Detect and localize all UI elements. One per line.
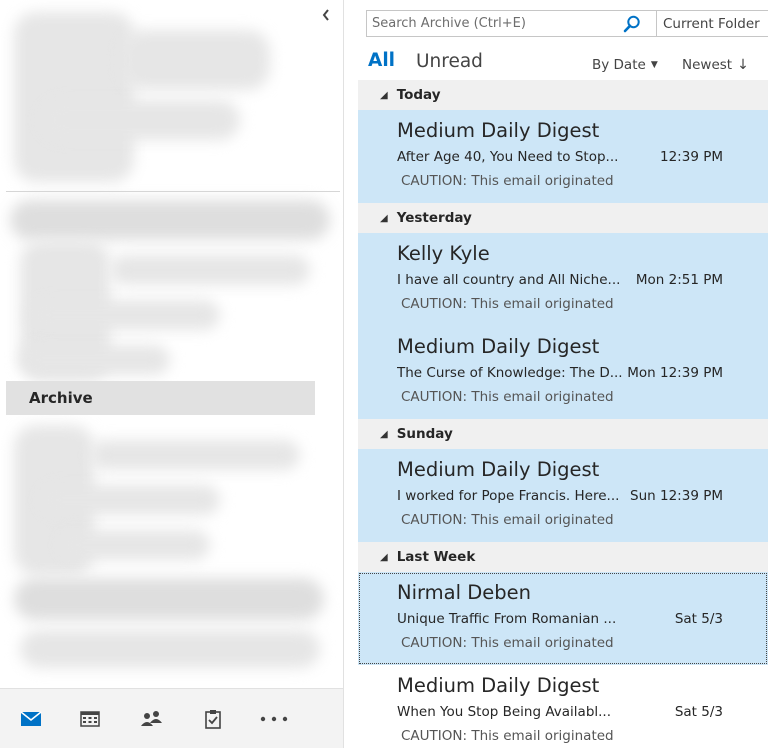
message-time: 12:39 PM (660, 149, 723, 165)
message-list: ◢ Today Medium Daily Digest After Age 40… (358, 80, 768, 748)
message-time: Mon 2:51 PM (635, 272, 723, 288)
search-icon (623, 15, 640, 33)
collapse-triangle-icon: ◢ (380, 551, 388, 563)
group-label: Today (396, 87, 441, 103)
message-sender: Medium Daily Digest (397, 119, 600, 142)
message-subject: I worked for Pope Francis. Here... (397, 488, 620, 504)
nav-tasks-button[interactable] (195, 703, 231, 735)
message-preview: CAUTION: This email originated (401, 173, 614, 189)
message-preview: CAUTION: This email originated (401, 728, 614, 744)
message-subject: Unique Traffic From Romanian ... (397, 611, 617, 627)
group-header-last-week[interactable]: ◢ Last Week (358, 542, 768, 572)
message-preview: CAUTION: This email originated (401, 389, 614, 405)
search-scope-divider (656, 11, 657, 36)
message-subject: After Age 40, You Need to Stop... (397, 149, 619, 165)
search-input[interactable] (367, 11, 647, 36)
message-preview: CAUTION: This email originated (401, 635, 614, 651)
message-subject: I have all country and All Niche... (397, 272, 621, 288)
message-sender: Nirmal Deben (397, 581, 531, 604)
filter-all-tab[interactable]: All (368, 50, 395, 71)
arrow-down-icon: ↓ (737, 57, 749, 73)
message-item[interactable]: Medium Daily Digest When You Stop Being … (358, 665, 768, 748)
message-sender: Medium Daily Digest (397, 674, 600, 697)
message-item[interactable]: Medium Daily Digest After Age 40, You Ne… (358, 110, 768, 203)
message-time: Sat 5/3 (674, 704, 723, 720)
message-sender: Medium Daily Digest (397, 458, 600, 481)
calendar-icon (80, 711, 100, 727)
group-header-sunday[interactable]: ◢ Sunday (358, 419, 768, 449)
search-button[interactable] (618, 12, 646, 36)
nav-mail-button[interactable] (13, 703, 49, 735)
folder-pane: Archive (0, 0, 344, 748)
obscured-folder-list (0, 0, 343, 680)
folder-divider (6, 191, 340, 192)
mail-icon (20, 711, 42, 726)
group-label: Yesterday (396, 210, 472, 226)
message-sender: Kelly Kyle (397, 242, 490, 265)
message-preview: CAUTION: This email originated (401, 512, 614, 528)
people-icon (141, 711, 162, 726)
folder-item-archive[interactable]: Archive (6, 381, 315, 415)
search-scope-dropdown[interactable]: Current Folder (663, 11, 760, 36)
filter-unread-tab[interactable]: Unread (416, 51, 483, 72)
module-nav-bar (0, 688, 343, 748)
tasks-icon (205, 710, 221, 729)
folder-item-label: Archive (29, 389, 93, 407)
group-header-today[interactable]: ◢ Today (358, 80, 768, 110)
sort-order-label: Newest (682, 57, 733, 73)
message-preview: CAUTION: This email originated (401, 296, 614, 312)
collapse-triangle-icon: ◢ (380, 212, 388, 224)
collapse-pane-button[interactable] (318, 6, 334, 24)
collapse-triangle-icon: ◢ (380, 89, 388, 101)
sort-by-label: By Date (592, 57, 646, 73)
nav-more-button[interactable] (256, 703, 292, 735)
message-subject: When You Stop Being Availabl... (397, 704, 612, 720)
group-label: Sunday (396, 426, 453, 442)
message-item[interactable]: Medium Daily Digest I worked for Pope Fr… (358, 449, 768, 542)
group-header-yesterday[interactable]: ◢ Yesterday (358, 203, 768, 233)
message-list-pane: Current Folder All Unread By Date ▼ Newes… (345, 0, 768, 748)
message-time: Sat 5/3 (674, 611, 723, 627)
message-item[interactable]: Nirmal Deben Unique Traffic From Romania… (358, 572, 768, 665)
group-label: Last Week (396, 549, 476, 565)
nav-people-button[interactable] (134, 703, 170, 735)
message-sender: Medium Daily Digest (397, 335, 600, 358)
message-time: Mon 12:39 PM (627, 365, 723, 381)
sort-by-dropdown[interactable]: By Date ▼ (592, 57, 658, 73)
sort-order-toggle[interactable]: Newest ↓ (682, 57, 749, 73)
message-item[interactable]: Kelly Kyle I have all country and All Ni… (358, 233, 768, 326)
chevron-left-icon (322, 9, 329, 21)
message-time: Sun 12:39 PM (630, 488, 723, 504)
caret-down-icon: ▼ (650, 60, 658, 70)
collapse-triangle-icon: ◢ (380, 428, 388, 440)
nav-calendar-button[interactable] (72, 703, 108, 735)
search-box: Current Folder (366, 10, 768, 37)
more-icon (260, 716, 288, 722)
message-subject: The Curse of Knowledge: The D... (397, 365, 623, 381)
message-item[interactable]: Medium Daily Digest The Curse of Knowled… (358, 326, 768, 419)
